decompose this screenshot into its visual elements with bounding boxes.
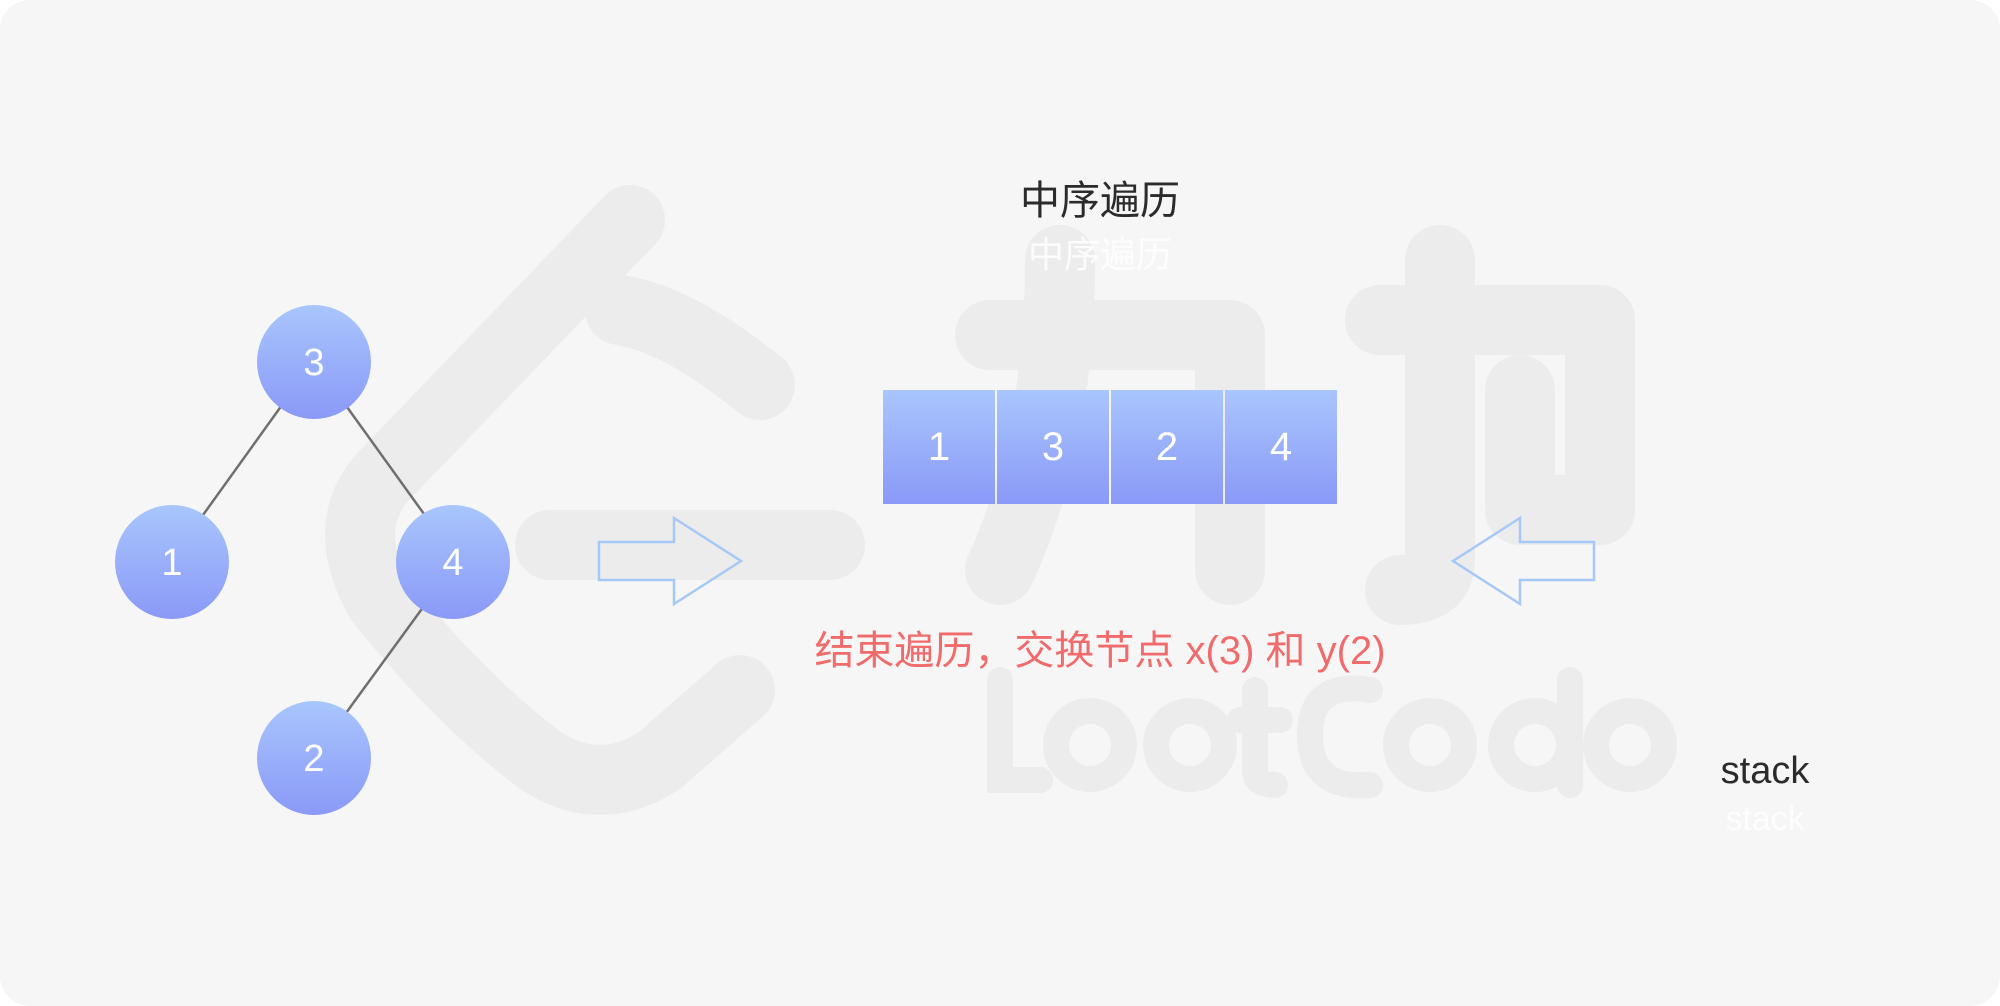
tree-node-label: 2	[303, 738, 324, 780]
diagram-canvas: 3 1 4 2 中序遍历 中序遍历 1 3 2 4 结束遍历，交换节点 x(3)…	[0, 0, 2000, 1006]
diagram-title-ghost: 中序遍历	[1027, 234, 1172, 275]
stack-label-ghost: stack	[1725, 800, 1805, 838]
sequence-cell: 2	[1111, 390, 1223, 504]
stack-label: stack	[1720, 750, 1810, 792]
status-message: 结束遍历，交换节点 x(3) 和 y(2)	[814, 629, 1386, 673]
tree-edge-3-1	[201, 404, 284, 516]
tree-node-2: 2	[257, 701, 371, 815]
inorder-sequence: 1 3 2 4	[883, 390, 1337, 504]
tree-node-1: 1	[115, 505, 229, 619]
tree-node-label: 4	[442, 542, 463, 584]
sequence-cell: 1	[883, 390, 995, 504]
tree-node-label: 1	[161, 542, 182, 584]
sequence-cell: 3	[997, 390, 1109, 504]
tree-node-4: 4	[396, 505, 510, 619]
tree-node-3: 3	[257, 305, 371, 419]
diagram-title: 中序遍历	[1020, 179, 1180, 223]
sequence-cell: 4	[1225, 390, 1337, 504]
tree-node-label: 3	[303, 342, 324, 384]
watermark-text	[987, 667, 1677, 799]
